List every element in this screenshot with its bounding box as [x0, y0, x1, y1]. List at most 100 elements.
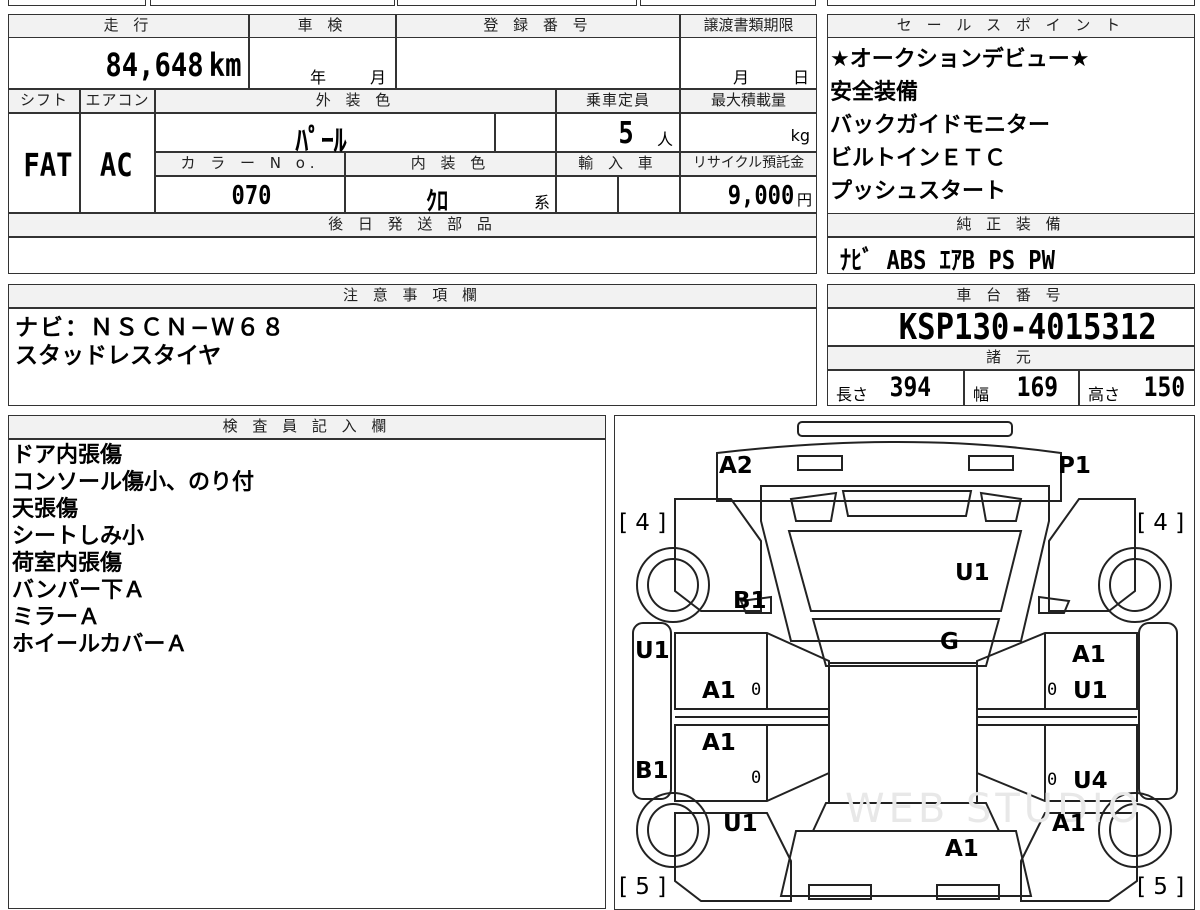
exterior-color-header: 外 装 色: [155, 89, 556, 113]
diagram-tire-rear-right: [ 5 ]: [1137, 874, 1185, 900]
height-label: 高さ: [1088, 385, 1121, 404]
sales-points-box: ★オークションデビュー★ 安全装備 バックガイドモニター ビルトインＥＴＣ プッ…: [827, 37, 1195, 213]
diagram-label-right-front-fender: A1: [1072, 642, 1106, 668]
sales-point-item: バックガイドモニター: [830, 113, 1051, 138]
recycle-cell: 9,000 円: [680, 176, 817, 213]
diagram-label-front-left: A2: [719, 453, 753, 479]
import-cell-a: [556, 176, 618, 213]
diagram-zero: 0: [1047, 770, 1058, 790]
mileage-cell: 84,648 km: [8, 37, 249, 89]
max-load-header: 最大積載量: [680, 89, 817, 113]
inspector-line: コンソール傷小、のり付: [12, 470, 255, 495]
inspection-header: 車 検: [249, 14, 396, 38]
sales-point-item: ビルトインＥＴＣ: [830, 146, 1007, 171]
inspector-box: ドア内張傷 コンソール傷小、のり付 天張傷 シートしみ小 荷室内張傷 バンパー下…: [8, 439, 606, 909]
shift-cell: FAT: [8, 113, 80, 213]
later-parts-header: 後 日 発 送 部 品: [8, 213, 817, 237]
inspector-line: バンパー下Ａ: [12, 578, 146, 603]
mileage-value: 84,648: [105, 46, 204, 84]
diagram-label-left-front-door: A1: [702, 678, 736, 704]
diagram-label-trunk: A1: [945, 836, 979, 862]
recycle-value: 9,000: [727, 181, 794, 211]
diagram-label-windshield: G: [940, 629, 959, 655]
later-parts-cell: [8, 237, 817, 274]
sales-point-item: 安全装備: [830, 80, 919, 105]
interior-color-header: 内 装 色: [345, 152, 556, 176]
capacity-cell: 5 人: [556, 113, 680, 152]
notes-box: ナビ：ＮＳＣＮ−Ｗ６８ スタッドレスタイヤ: [8, 308, 817, 406]
chassis-cell: KSP130-4015312: [827, 307, 1195, 348]
inspector-line: ホイールカバーＡ: [12, 632, 188, 657]
color-no-value: 070: [231, 181, 272, 211]
diagram-zero: 0: [751, 768, 762, 788]
transfer-day-label: 日: [793, 68, 810, 87]
diagram-label-right-front-door: U1: [1073, 678, 1108, 704]
sales-points-header: セ ー ル ス ポ イ ン ト: [827, 14, 1195, 38]
cropped-top-cell: [150, 0, 395, 6]
color-no-header: カ ラ ー N o.: [155, 152, 345, 176]
cropped-top-cell: [8, 0, 146, 6]
capacity-header: 乗車定員: [556, 89, 680, 113]
interior-color-cell: ｸﾛ 系: [345, 176, 556, 217]
diagram-label-right-rear-door: U4: [1073, 768, 1108, 794]
sales-point-item: ★オークションデビュー★: [830, 47, 1090, 72]
sales-point-item: プッシュスタート: [830, 179, 1007, 204]
transfer-month-label: 月: [733, 68, 750, 87]
exterior-extra-cell: [495, 113, 556, 152]
notes-line: ナビ：ＮＳＣＮ−Ｗ６８: [15, 315, 287, 341]
diagram-label-left-skirt-front: U1: [635, 638, 670, 664]
length-value: 394: [889, 372, 932, 403]
diagram-label-left-fender: B1: [733, 588, 767, 614]
color-no-cell: 070: [155, 176, 345, 213]
exterior-color-cell: ﾊﾟｰﾙ: [155, 113, 495, 159]
diagram-tire-front-left: [ 4 ]: [619, 510, 667, 536]
length-cell: 長さ 394: [827, 370, 964, 406]
chassis-number: KSP130-4015312: [898, 307, 1157, 348]
import-header: 輸 入 車: [556, 152, 680, 176]
shift-value: FAT: [23, 146, 73, 184]
width-cell: 幅 169: [964, 370, 1079, 406]
inspector-line: シートしみ小: [12, 524, 145, 549]
diagram-label-left-skirt-rear: B1: [635, 758, 669, 784]
max-load-unit: kg: [790, 126, 810, 145]
recycle-unit: 円: [796, 191, 812, 209]
height-value: 150: [1143, 372, 1186, 403]
diagram-zero: 0: [1047, 680, 1058, 700]
height-cell: 高さ 150: [1079, 370, 1195, 406]
length-label: 長さ: [836, 385, 869, 404]
diagram-tire-rear-left: [ 5 ]: [619, 874, 667, 900]
cropped-top-cell: [827, 0, 1195, 6]
interior-color-suffix: 系: [534, 193, 551, 212]
capacity-value: 5: [618, 116, 634, 151]
diagram-label-right-rear-fender: A1: [1052, 811, 1086, 837]
genuine-equipment-header: 純 正 装 備: [827, 213, 1195, 237]
inspector-line: 天張傷: [12, 497, 79, 522]
diagram-label-left-rear-fender: U1: [723, 811, 758, 837]
registration-cell: [396, 37, 680, 89]
notes-header: 注 意 事 項 欄: [8, 284, 817, 308]
specs-header: 諸 元: [827, 346, 1195, 370]
cropped-top-cell: [640, 0, 816, 6]
diagram-label-left-rear-door: A1: [702, 730, 736, 756]
chassis-header: 車 台 番 号: [827, 284, 1195, 308]
inspection-year-label: 年: [310, 68, 327, 87]
mileage-header: 走 行: [8, 14, 249, 38]
transfer-deadline-header: 譲渡書類期限: [680, 14, 817, 38]
diagram-label-front-right: P1: [1058, 453, 1091, 479]
transfer-deadline-cell: 月 日: [680, 37, 817, 89]
genuine-equipment-value: ﾅﾋﾞ ABS ｴｱB PS PW: [840, 246, 1055, 276]
registration-header: 登 録 番 号: [396, 14, 680, 38]
ac-value: AC: [99, 146, 133, 184]
ac-header: エアコン: [80, 89, 155, 113]
inspector-line: ミラーＡ: [12, 605, 101, 630]
genuine-equipment-cell: ﾅﾋﾞ ABS ｴｱB PS PW: [827, 237, 1195, 276]
ac-cell: AC: [80, 113, 155, 213]
inspector-line: ドア内張傷: [12, 443, 123, 468]
max-load-cell: kg: [680, 113, 817, 152]
diagram-zero: 0: [751, 680, 762, 700]
diagram-tire-front-right: [ 4 ]: [1137, 510, 1185, 536]
shift-header: シフト: [8, 89, 80, 113]
inspector-header: 検 査 員 記 入 欄: [8, 415, 606, 439]
width-label: 幅: [973, 385, 990, 404]
inspection-month-label: 月: [370, 68, 387, 87]
